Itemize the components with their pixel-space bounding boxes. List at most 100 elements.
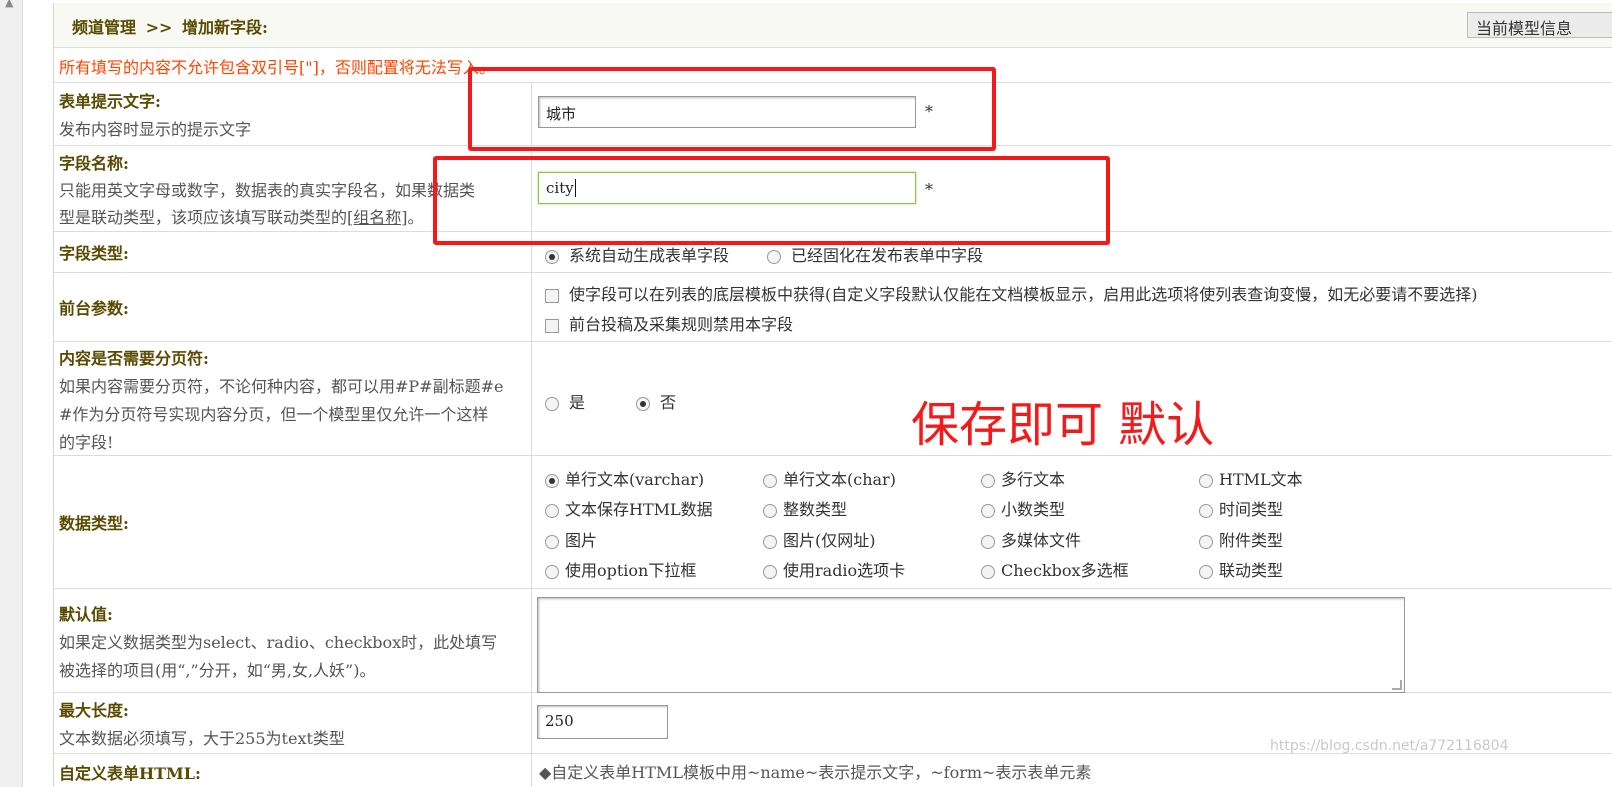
field-name-desc-text: 型是联动类型，该项应该填写联动类型的 <box>59 207 348 227</box>
field-type-option-label: 已经固化在发布表单中字段 <box>791 246 984 265</box>
disable-submit-checkbox-option[interactable]: 前台投稿及采集规则禁用本字段 <box>545 311 793 335</box>
radio-selected-icon[interactable] <box>545 249 559 264</box>
resize-grip-icon[interactable] <box>1392 680 1402 690</box>
frontend-params-cell: 前台参数: <box>54 273 532 341</box>
pagebreak-option-no[interactable]: 否 <box>636 389 676 413</box>
pagebreak-option-label: 是 <box>569 393 586 412</box>
default-value-textarea[interactable] <box>537 597 1405 693</box>
datatype-option[interactable]: 使用radio选项卡 <box>763 557 905 581</box>
form-label-title: 表单提示文字: <box>59 92 161 111</box>
radio-icon[interactable] <box>981 473 995 488</box>
datatype-option[interactable]: 多媒体文件 <box>981 527 1081 551</box>
datatype-option-label: 附件类型 <box>1219 531 1284 550</box>
form-label-desc: 发布内容时显示的提示文字 <box>59 120 252 139</box>
pagebreak-desc-line1: 如果内容需要分页符，不论何种内容，都可以用#P#副标题#e <box>59 376 504 396</box>
field-name-desc-end: 。 <box>407 207 424 227</box>
datatype-option-label: 多媒体文件 <box>1001 531 1082 550</box>
radio-icon[interactable] <box>763 534 777 549</box>
field-type-option-fixed[interactable]: 已经固化在发布表单中字段 <box>767 242 983 266</box>
datatype-option[interactable]: 单行文本(char) <box>763 466 896 490</box>
radio-icon[interactable] <box>1199 564 1213 579</box>
datatype-option-label: 单行文本(varchar) <box>565 470 705 489</box>
datatype-option-label: 小数类型 <box>1001 500 1066 519</box>
quote-warning-text: 所有填写的内容不允许包含双引号["]，否则配置将无法写入。 <box>59 58 495 77</box>
default-value-cell: 默认值: 如果定义数据类型为select、radio、checkbox时，此处填… <box>54 589 532 692</box>
annotation-box-field-name <box>433 156 1110 245</box>
radio-icon[interactable] <box>763 564 777 579</box>
radio-icon[interactable] <box>981 534 995 549</box>
scroll-up-arrow-icon[interactable]: ▲ <box>5 0 13 9</box>
frontend-params-row: 前台参数: 使字段可以在列表的底层模板中获得(自定义字段默认仅能在文档模板显示，… <box>54 273 1612 342</box>
disable-submit-option-label: 前台投稿及采集规则禁用本字段 <box>569 315 794 334</box>
custom-html-field: ◆自定义表单HTML模板中用~name~表示提示文字，~form~表示表单元素 <box>533 754 1612 787</box>
datatype-option[interactable]: 使用option下拉框 <box>545 557 696 581</box>
pagebreak-desc-line2: #作为分页符号实现内容分页，但一个模型里仅允许一个这样 <box>59 404 489 424</box>
frontend-params-title: 前台参数: <box>59 299 129 318</box>
custom-html-row: 自定义表单HTML: ◆自定义表单HTML模板中用~name~表示提示文字，~f… <box>54 754 1612 787</box>
datatype-option[interactable]: 小数类型 <box>981 496 1065 520</box>
checkbox-icon[interactable] <box>545 288 559 303</box>
max-length-desc: 文本数据必须填写，大于255为text类型 <box>59 729 345 748</box>
datatype-title: 数据类型: <box>59 514 129 533</box>
datatype-option[interactable]: 多行文本 <box>981 466 1065 490</box>
radio-icon[interactable] <box>981 564 995 579</box>
radio-icon[interactable] <box>763 503 777 518</box>
pagebreak-option-yes[interactable]: 是 <box>545 389 585 413</box>
datatype-cell: 数据类型: <box>54 456 532 588</box>
datatype-option[interactable]: 图片 <box>545 527 597 551</box>
radio-icon[interactable] <box>1199 473 1213 488</box>
field-type-option-auto[interactable]: 系统自动生成表单字段 <box>545 242 729 266</box>
radio-icon[interactable] <box>545 503 559 518</box>
default-value-desc-line2: 被选择的项目(用“,”分开，如“男,女,人妖”)。 <box>59 660 376 680</box>
datatype-option-label: 联动类型 <box>1219 561 1284 580</box>
max-length-input[interactable]: 250 <box>537 705 668 739</box>
radio-selected-icon[interactable] <box>636 396 650 411</box>
max-length-cell: 最大长度: 文本数据必须填写，大于255为text类型 <box>54 693 532 753</box>
datatype-option[interactable]: 图片(仅网址) <box>763 527 876 551</box>
annotation-note: 保存即可 默认 <box>911 397 1215 453</box>
radio-icon[interactable] <box>1199 503 1213 518</box>
radio-icon[interactable] <box>1199 534 1213 549</box>
radio-icon[interactable] <box>763 473 777 488</box>
default-value-desc-line1: 如果定义数据类型为select、radio、checkbox时，此处填写 <box>59 632 498 652</box>
datatype-option-label: 多行文本 <box>1001 470 1066 489</box>
custom-html-desc: ◆自定义表单HTML模板中用~name~表示提示文字，~form~表示表单元素 <box>539 763 1092 782</box>
datatype-option-label: 使用option下拉框 <box>565 561 697 580</box>
checkbox-icon[interactable] <box>545 318 559 333</box>
datatype-option-label: 单行文本(char) <box>783 470 896 489</box>
current-model-info-button[interactable]: 当前模型信息 <box>1467 12 1612 38</box>
datatype-option[interactable]: HTML文本 <box>1199 466 1303 490</box>
list-template-checkbox-option[interactable]: 使字段可以在列表的底层模板中获得(自定义字段默认仅能在文档模板显示，启用此选项将… <box>545 281 1478 305</box>
radio-icon[interactable] <box>545 564 559 579</box>
watermark: https://blog.csdn.net/a772116804 <box>1270 738 1509 754</box>
radio-icon[interactable] <box>545 396 559 411</box>
datatype-option[interactable]: 单行文本(varchar) <box>545 466 704 490</box>
datatype-option[interactable]: 时间类型 <box>1199 496 1283 520</box>
datatype-option-label: 时间类型 <box>1219 500 1284 519</box>
default-value-title: 默认值: <box>59 604 113 624</box>
datatype-option[interactable]: Checkbox多选框 <box>981 557 1129 581</box>
datatype-field: 单行文本(varchar) 单行文本(char) 多行文本 HTML文本文本保存HTM… <box>533 456 1612 588</box>
group-name-link[interactable]: [组名称] <box>347 208 408 227</box>
panel-header: 频道管理 >> 增加新字段: 当前模型信息 <box>54 3 1612 48</box>
max-length-title: 最大长度: <box>59 701 129 720</box>
datatype-option-label: 文本保存HTML数据 <box>565 500 713 519</box>
annotation-box-form-label <box>468 67 996 151</box>
pagebreak-desc-line3: 的字段! <box>59 432 114 452</box>
custom-html-cell: 自定义表单HTML: <box>54 754 532 787</box>
radio-icon[interactable] <box>767 249 781 264</box>
datatype-option-label: 图片 <box>565 531 598 550</box>
pagebreak-cell: 内容是否需要分页符: 如果内容需要分页符，不论何种内容，都可以用#P#副标题#e… <box>54 342 532 455</box>
datatype-option[interactable]: 联动类型 <box>1199 557 1283 581</box>
datatype-option-label: 图片(仅网址) <box>783 531 876 550</box>
pagebreak-title: 内容是否需要分页符: <box>59 348 209 368</box>
left-scroll-strip[interactable]: ▲ <box>0 0 23 787</box>
radio-icon[interactable] <box>545 534 559 549</box>
datatype-option-label: Checkbox多选框 <box>1001 561 1129 580</box>
datatype-option[interactable]: 文本保存HTML数据 <box>545 496 713 520</box>
breadcrumb-channel[interactable]: 频道管理 <box>72 18 136 37</box>
radio-selected-icon[interactable] <box>545 473 559 488</box>
datatype-option[interactable]: 整数类型 <box>763 496 847 520</box>
datatype-option[interactable]: 附件类型 <box>1199 527 1283 551</box>
radio-icon[interactable] <box>981 503 995 518</box>
